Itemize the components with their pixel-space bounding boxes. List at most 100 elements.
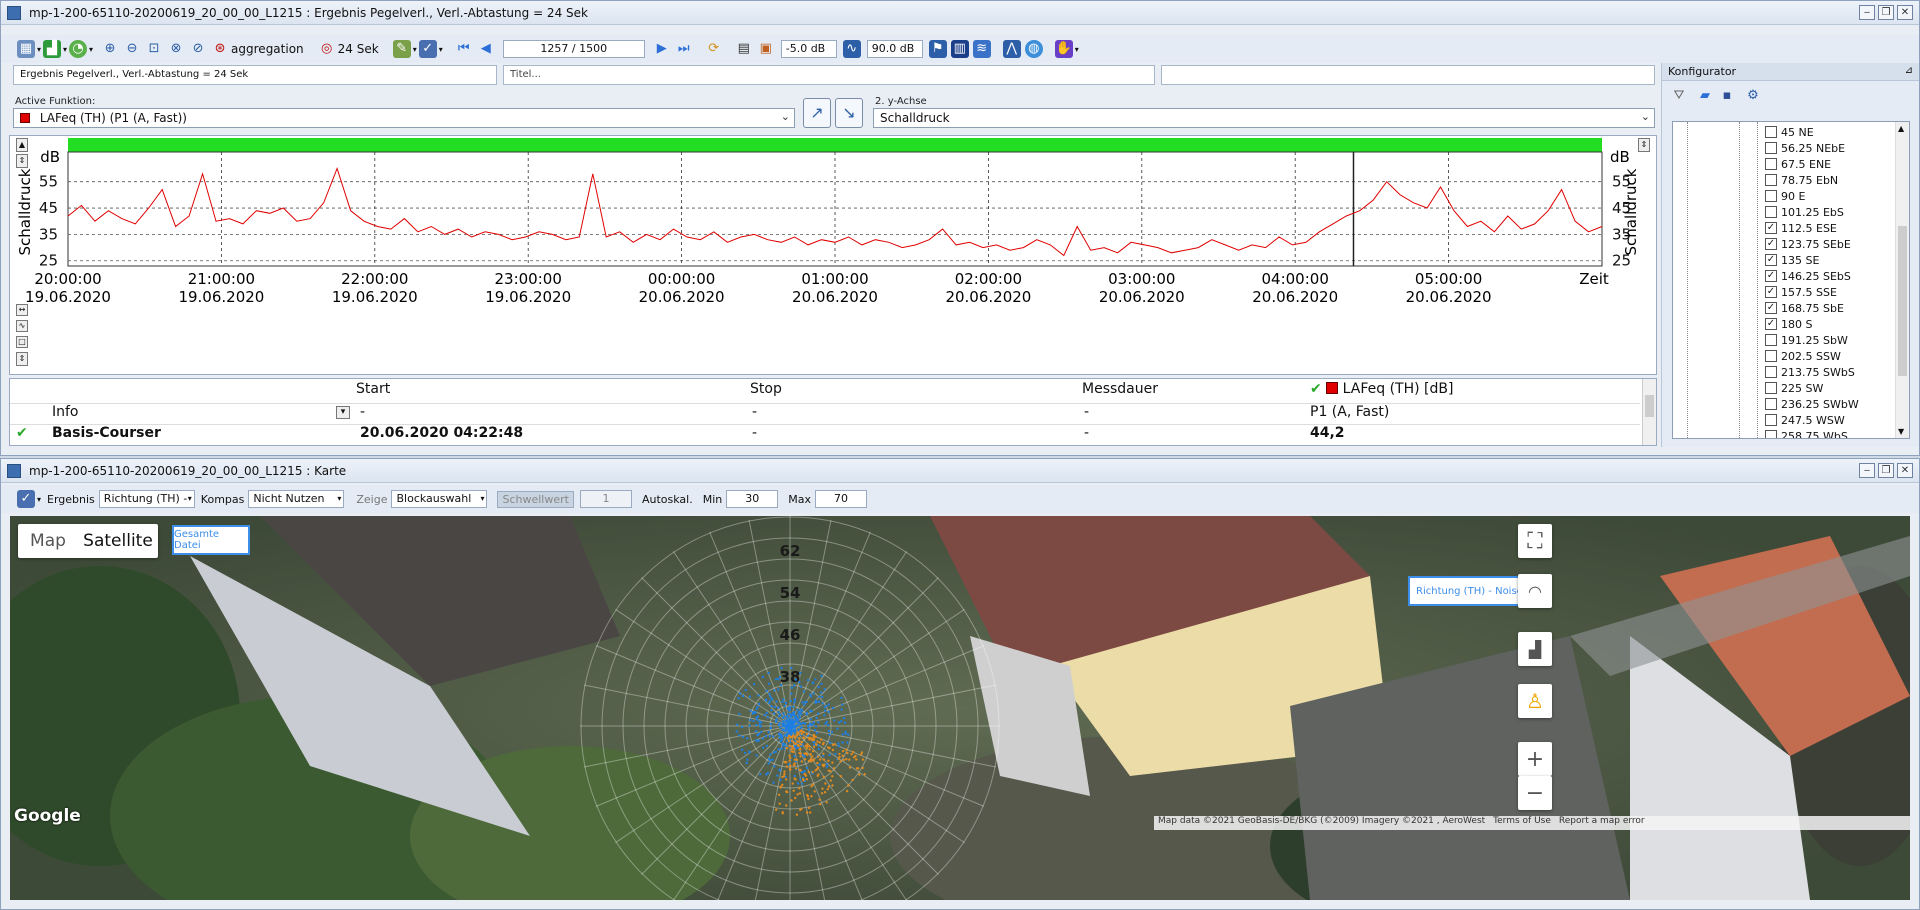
direction-item[interactable]: 258.75 WbS bbox=[1765, 428, 1848, 438]
direction-checkbox[interactable] bbox=[1765, 334, 1777, 346]
active-function-select[interactable]: LAFeq (TH) (P1 (A, Fast)) ⌄ bbox=[13, 108, 795, 128]
filter-dropdown-icon[interactable]: ▾ bbox=[336, 406, 350, 419]
direction-item[interactable]: ✓ 123.75 SEbE bbox=[1765, 236, 1851, 252]
next-icon[interactable]: ▶ bbox=[653, 40, 671, 58]
aggregation-icon[interactable]: ⊛ bbox=[211, 40, 229, 58]
tilt-button[interactable]: ◠ bbox=[1518, 574, 1552, 608]
table-layout-icon[interactable]: ▦ bbox=[17, 40, 35, 58]
direction-checkbox[interactable] bbox=[1765, 430, 1777, 438]
direction-checkbox[interactable]: ✓ bbox=[1765, 238, 1777, 250]
direction-checkbox[interactable]: ✓ bbox=[1765, 222, 1777, 234]
zoom-in-button[interactable]: + bbox=[1518, 742, 1552, 776]
direction-item[interactable]: 191.25 SbW bbox=[1765, 332, 1848, 348]
satellite-map[interactable]: 62 54 46 38 Map Satellite Gesamte Datei Ric… bbox=[10, 516, 1910, 900]
direction-item[interactable]: ✓ 168.75 SbE bbox=[1765, 300, 1844, 316]
axis-down-icon[interactable]: ↘ bbox=[835, 98, 863, 128]
map-type-map-button[interactable]: Map bbox=[18, 531, 78, 551]
level-chart-svg[interactable]: 25 2535 3545 4555 55dB dBSchalldruck Schalldru… bbox=[10, 136, 1658, 376]
zoom-y-icon[interactable]: ⊘ bbox=[189, 40, 207, 58]
fullscreen-button[interactable]: ⛶ bbox=[1518, 524, 1552, 558]
direction-checkbox[interactable] bbox=[1765, 382, 1777, 394]
direction-checkbox[interactable] bbox=[1765, 158, 1777, 170]
terms-link[interactable]: Terms of Use bbox=[1493, 816, 1551, 830]
direction-checkbox[interactable] bbox=[1765, 190, 1777, 202]
scroll-both-icon[interactable]: ⇕ bbox=[16, 154, 28, 168]
filter-icon[interactable]: ⛛ bbox=[1670, 87, 1688, 105]
direction-item[interactable]: ✓ 157.5 SSE bbox=[1765, 284, 1837, 300]
box-icon[interactable]: □ bbox=[16, 336, 28, 348]
ergebnis-select[interactable]: Richtung (TH) - ▾ bbox=[98, 490, 195, 508]
ruler-icon[interactable]: ▤ bbox=[735, 40, 753, 58]
autoskal-label[interactable]: Autoskal. bbox=[642, 493, 693, 506]
db-min-field[interactable]: -5.0 dB bbox=[780, 40, 837, 58]
direction-checkbox[interactable]: ✓ bbox=[1765, 270, 1777, 282]
second-axis-select[interactable]: Schalldruck ⌄ bbox=[873, 108, 1655, 128]
direction-item[interactable]: ✓ 112.5 ESE bbox=[1765, 220, 1837, 236]
direction-item[interactable]: ✓ 146.25 SEbS bbox=[1765, 268, 1851, 284]
direction-checkbox[interactable] bbox=[1765, 174, 1777, 186]
settings-icon[interactable]: ✓ bbox=[418, 40, 437, 58]
spectrum-icon[interactable]: ▥ bbox=[950, 40, 969, 58]
direction-item[interactable]: 56.25 NEbE bbox=[1765, 140, 1845, 156]
layers-button[interactable]: ▟ bbox=[1518, 632, 1552, 666]
direction-checkbox[interactable]: ✓ bbox=[1765, 318, 1777, 330]
comment-field[interactable] bbox=[1161, 65, 1655, 85]
direction-checkbox[interactable] bbox=[1765, 366, 1777, 378]
close-button[interactable]: ✕ bbox=[1897, 463, 1913, 478]
maximize-button[interactable]: ❐ bbox=[1878, 463, 1894, 478]
minimize-button[interactable]: ‒ bbox=[1859, 463, 1875, 478]
options-icon[interactable]: ⚙ bbox=[1744, 87, 1762, 105]
hand-icon[interactable]: ✋ bbox=[1054, 40, 1073, 58]
db-max-field[interactable]: 90.0 dB bbox=[866, 40, 923, 58]
zeige-select[interactable]: Blockauswahl ▾ bbox=[391, 490, 488, 508]
result-name-field[interactable]: Ergebnis Pegelverl., Verl.-Abtastung = 2… bbox=[13, 65, 497, 85]
direction-checkbox[interactable] bbox=[1765, 206, 1777, 218]
max-field[interactable]: 70 bbox=[815, 490, 867, 508]
wave-small-icon[interactable]: ∿ bbox=[16, 320, 28, 332]
right-scroll-icon[interactable]: ⇕ bbox=[1638, 138, 1650, 152]
last-icon[interactable]: ⏭ bbox=[675, 40, 693, 58]
curve-icon[interactable]: ∿ bbox=[842, 40, 861, 58]
direction-checkbox[interactable]: ✓ bbox=[1765, 302, 1777, 314]
gesamte-datei-button[interactable]: Gesamte Datei bbox=[172, 525, 250, 555]
zoom-out-icon[interactable]: ⊖ bbox=[123, 40, 141, 58]
direction-checkbox[interactable] bbox=[1765, 398, 1777, 410]
pie-chart-icon[interactable]: ◔ bbox=[69, 40, 88, 58]
scroll-down-icon[interactable]: ⇕ bbox=[16, 352, 28, 366]
satellite-imagery[interactable]: 62 54 46 38 bbox=[10, 516, 1910, 900]
direction-item[interactable]: 202.5 SSW bbox=[1765, 348, 1841, 364]
direction-item[interactable]: ✓ 135 SE bbox=[1765, 252, 1819, 268]
refresh-icon[interactable]: ⟳ bbox=[705, 40, 723, 58]
minimize-button[interactable]: ‒ bbox=[1859, 5, 1875, 20]
direction-item[interactable]: ✓ 180 S bbox=[1765, 316, 1812, 332]
aggregation-label[interactable]: aggregation bbox=[231, 42, 304, 56]
interval-icon[interactable]: ◎ bbox=[318, 40, 336, 58]
signal-icon[interactable]: ⋀ bbox=[1002, 40, 1021, 58]
report-link[interactable]: Report a map error bbox=[1559, 816, 1645, 830]
marker-icon[interactable]: ⚑ bbox=[928, 40, 947, 58]
direction-item[interactable]: 67.5 ENE bbox=[1765, 156, 1831, 172]
direction-item[interactable]: 78.75 EbN bbox=[1765, 172, 1838, 188]
schwellwert-button[interactable]: Schwellwert bbox=[497, 490, 574, 508]
direction-legend[interactable]: Richtung (TH) - Noise so bbox=[1408, 576, 1520, 606]
info-scrollbar[interactable] bbox=[1642, 379, 1656, 445]
close-button[interactable]: ✕ bbox=[1897, 5, 1913, 20]
maximize-button[interactable]: ❐ bbox=[1878, 5, 1894, 20]
title-field[interactable]: Titel... bbox=[503, 65, 1155, 85]
min-field[interactable]: 30 bbox=[726, 490, 779, 508]
zoom-out-button[interactable]: − bbox=[1518, 776, 1552, 810]
direction-checkbox[interactable]: ✓ bbox=[1765, 286, 1777, 298]
zoom-in-icon[interactable]: ⊕ bbox=[101, 40, 119, 58]
pin-icon[interactable]: ⊿ bbox=[1905, 65, 1913, 76]
direction-checkbox[interactable]: ✓ bbox=[1765, 254, 1777, 266]
scroll-up-icon[interactable]: ▲ bbox=[16, 138, 28, 152]
map-type-satellite-button[interactable]: Satellite bbox=[78, 531, 158, 551]
direction-item[interactable]: 101.25 EbS bbox=[1765, 204, 1844, 220]
map-settings-icon[interactable]: ✓ bbox=[17, 490, 35, 508]
direction-item[interactable]: 225 SW bbox=[1765, 380, 1823, 396]
export-icon[interactable]: ▣ bbox=[757, 40, 775, 58]
first-icon[interactable]: ⏮ bbox=[455, 40, 473, 58]
zoom-x-icon[interactable]: ⊗ bbox=[167, 40, 185, 58]
fit-x-icon[interactable]: ↔ bbox=[16, 304, 28, 316]
zoom-fit-icon[interactable]: ⊡ bbox=[145, 40, 163, 58]
